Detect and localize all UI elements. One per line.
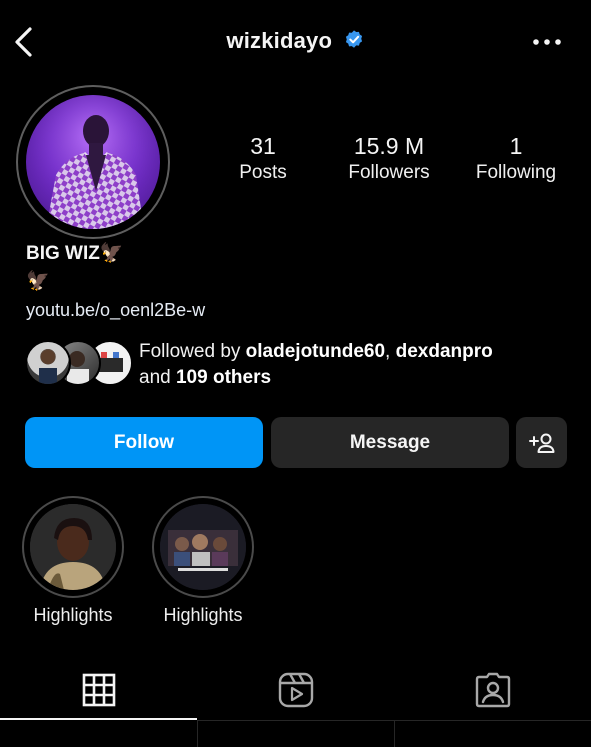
reels-icon <box>278 672 313 708</box>
active-tab-indicator <box>0 718 197 720</box>
more-options-icon <box>533 39 561 45</box>
more-options-button[interactable] <box>531 32 563 52</box>
grid-divider <box>197 720 198 747</box>
tab-posts-grid[interactable] <box>0 660 197 720</box>
highlight-ring <box>22 496 124 598</box>
bio-link[interactable]: youtu.be/o_oenl2Be-w <box>26 298 205 322</box>
username-container: wizkidayo <box>0 28 591 54</box>
grid-icon <box>82 673 115 707</box>
mutual-user-2: dexdanpro <box>395 341 493 362</box>
posts-label: Posts <box>239 162 287 183</box>
mutual-user-1: oladejotunde60 <box>245 341 386 362</box>
mutual-others-count: 109 others <box>175 367 272 388</box>
following-count: 1 <box>509 133 523 159</box>
mutual-avatar <box>25 340 71 386</box>
profile-avatar-ring[interactable] <box>16 85 170 239</box>
highlight-label: Highlights <box>163 605 243 625</box>
tab-tagged[interactable] <box>394 660 591 720</box>
message-button[interactable]: Message <box>271 417 509 468</box>
suggested-users-button[interactable] <box>516 417 567 468</box>
followers-label: Followers <box>348 162 430 183</box>
story-highlight[interactable]: Highlights <box>22 496 124 626</box>
grid-divider <box>394 720 395 747</box>
followed-by-prefix: Followed by <box>139 341 241 362</box>
following-label: Following <box>475 162 557 183</box>
highlight-cover <box>30 504 116 590</box>
username: wizkidayo <box>226 28 333 53</box>
following-stat[interactable]: 1 Following <box>464 132 568 186</box>
followers-stat[interactable]: 15.9 M Followers <box>333 132 445 186</box>
posts-stat[interactable]: 31 Posts <box>222 132 304 186</box>
highlight-label: Highlights <box>33 605 113 625</box>
display-name: BIG WIZ🦅 <box>26 243 124 264</box>
bio-text: 🦅 <box>26 271 50 292</box>
tab-reels[interactable] <box>197 660 394 720</box>
top-bar: wizkidayo <box>0 0 591 86</box>
followed-by-text[interactable]: Followed by oladejotunde60, dexdanpro an… <box>139 339 493 391</box>
add-user-icon <box>528 433 554 453</box>
profile-screen: wizkidayo 31 Posts 15.9 M Followers 1 Fo… <box>0 0 591 747</box>
verified-badge-icon <box>345 29 362 48</box>
mutual-followers-avatars[interactable] <box>25 340 133 388</box>
followers-count: 15.9 M <box>353 133 425 159</box>
content-tabs <box>0 660 591 747</box>
highlight-cover <box>160 504 246 590</box>
profile-avatar <box>26 95 160 229</box>
posts-count: 31 <box>250 133 276 159</box>
profile-photo <box>26 95 160 229</box>
highlight-ring <box>152 496 254 598</box>
separator: , <box>385 341 391 362</box>
follow-button[interactable]: Follow <box>25 417 263 468</box>
story-highlight[interactable]: Highlights <box>152 496 254 626</box>
followed-by-and: and <box>139 367 171 388</box>
tagged-icon <box>475 672 510 708</box>
